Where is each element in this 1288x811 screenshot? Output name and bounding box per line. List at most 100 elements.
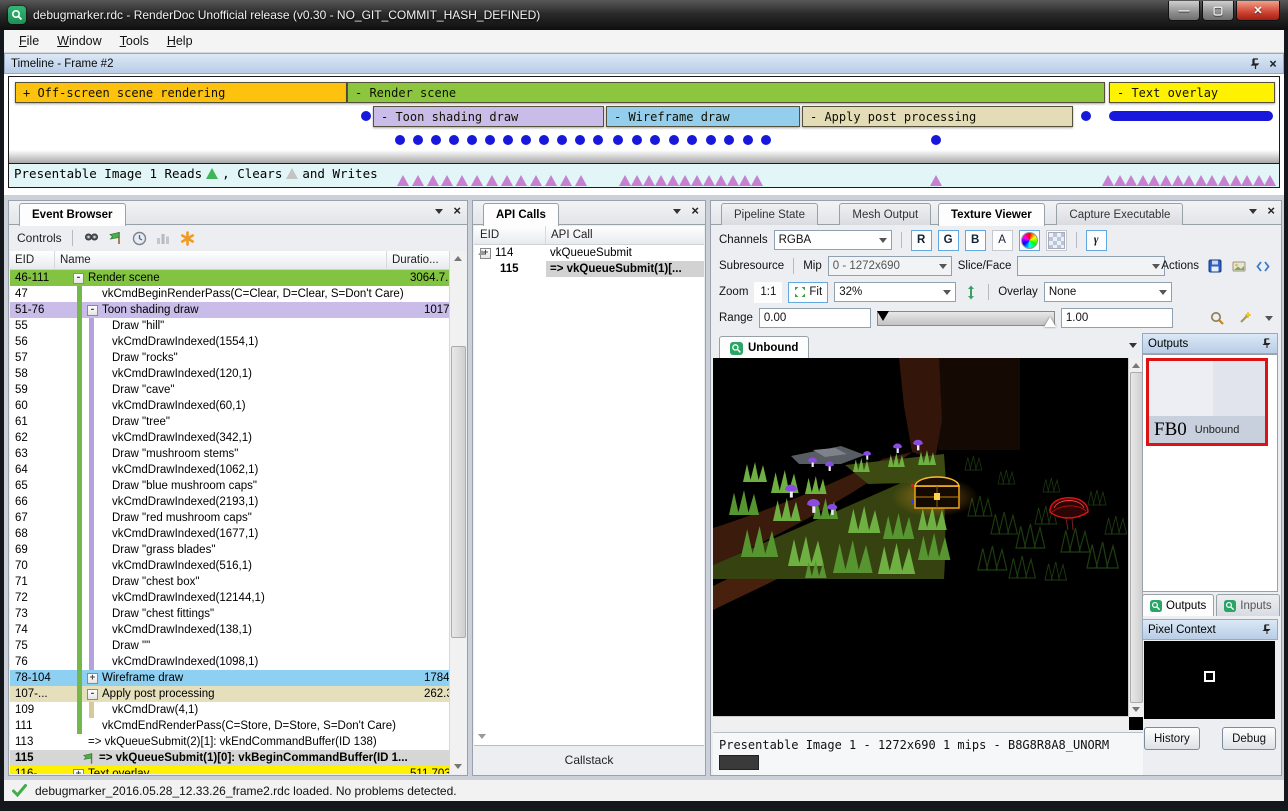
link-icon[interactable] — [1230, 258, 1247, 275]
event-row[interactable]: 116-...+Text overlay511.7037 — [10, 766, 450, 774]
timing-clock-icon[interactable] — [131, 230, 148, 247]
texture-display[interactable] — [713, 358, 1143, 730]
outputs-header[interactable]: Outputs — [1142, 333, 1278, 354]
event-row[interactable]: 69Draw "grass blades"45.03704 — [10, 542, 450, 558]
pixel-context-header[interactable]: Pixel Context — [1142, 619, 1278, 640]
channel-a-button[interactable]: A — [992, 230, 1013, 251]
channel-r-button[interactable]: R — [911, 230, 932, 251]
event-row[interactable]: 78-104+Wireframe draw1784.5... — [10, 670, 450, 686]
timeline-close-icon[interactable]: × — [1269, 57, 1277, 71]
menu-tools[interactable]: Tools — [111, 32, 158, 50]
timeline-panel-header[interactable]: Timeline - Frame #2 × — [4, 53, 1284, 74]
event-row[interactable]: 59Draw "cave"37.62963 — [10, 382, 450, 398]
tab-pipeline-state[interactable]: Pipeline State — [721, 203, 818, 225]
event-row[interactable]: 115=> vkQueueSubmit(1)[0]: vkBeginComman… — [10, 750, 450, 766]
tab-texture-viewer[interactable]: Texture Viewer — [938, 203, 1045, 226]
texture-horizontal-scrollbar[interactable] — [713, 716, 1129, 730]
range-min-input[interactable]: 0.00 — [759, 308, 871, 328]
api-row[interactable]: +114vkQueueSubmit — [474, 245, 704, 261]
chevron-down-icon[interactable] — [1249, 209, 1257, 214]
close-icon[interactable]: × — [691, 205, 699, 217]
mip-select[interactable]: 0 - 1272x690 — [828, 256, 952, 276]
timeline-marker-block[interactable]: - Toon shading draw — [373, 106, 604, 127]
maximize-button[interactable]: ▢ — [1202, 1, 1234, 21]
event-row[interactable]: 51-76-Toon shading draw1017.7... — [10, 302, 450, 318]
timeline-marker-block[interactable]: + Off-screen scene rendering — [15, 82, 347, 103]
close-icon[interactable]: × — [453, 205, 461, 217]
timeline-marker-block[interactable]: - Apply post processing — [802, 106, 1073, 127]
texture-tab-chevron-icon[interactable] — [1129, 343, 1137, 348]
close-icon[interactable]: × — [1267, 205, 1275, 217]
event-row[interactable]: 109vkCmdDraw(4,1)262.37... — [10, 702, 450, 718]
tab-mesh-output[interactable]: Mesh Output — [839, 203, 931, 225]
timeline-marker-block[interactable]: - Render scene — [347, 82, 1105, 103]
event-row[interactable]: 66vkCmdDrawIndexed(2193,1)46.37037 — [10, 494, 450, 510]
channels-select[interactable]: RGBA — [774, 230, 892, 250]
callstack-bar[interactable]: Callstack — [474, 745, 704, 774]
event-row[interactable]: 111vkCmdEndRenderPass(C=Store, D=Store, … — [10, 718, 450, 734]
autofit-wand-icon[interactable] — [1236, 310, 1253, 327]
tab-capture-executable[interactable]: Capture Executable — [1056, 203, 1183, 225]
event-row[interactable]: 46-111-Render scene3064.7... — [10, 270, 450, 286]
collapse-icon[interactable]: - — [87, 689, 98, 700]
event-row[interactable]: 64vkCmdDrawIndexed(1062,1)46.96296 — [10, 462, 450, 478]
event-row[interactable]: 74vkCmdDrawIndexed(138,1)57.18518 — [10, 622, 450, 638]
save-icon[interactable] — [1206, 258, 1223, 275]
event-row[interactable]: 58vkCmdDrawIndexed(120,1)37.77778 — [10, 366, 450, 382]
minimize-button[interactable]: — — [1168, 1, 1200, 21]
zoom-range-icon[interactable] — [1209, 310, 1226, 327]
event-row[interactable]: 71Draw "chest box"57.62963 — [10, 574, 450, 590]
texture-vertical-scrollbar[interactable] — [1128, 358, 1143, 717]
tab-outputs[interactable]: Outputs — [1142, 594, 1214, 616]
event-row[interactable]: 113=> vkQueueSubmit(2)[1]: vkEndCommandB… — [10, 734, 450, 750]
fb0-thumbnail[interactable]: FB0 Unbound — [1146, 358, 1268, 446]
tab-unbound[interactable]: Unbound — [719, 336, 809, 359]
event-row[interactable]: 63Draw "mushroom stems"46.96296 — [10, 446, 450, 462]
expand-icon[interactable]: + — [73, 769, 84, 775]
event-browser-header[interactable]: EID Name Duratio... — [10, 251, 450, 270]
open-new-window-icon[interactable] — [1254, 258, 1271, 275]
color-wheel-button[interactable] — [1019, 230, 1040, 251]
api-row[interactable]: 115=> vkQueueSubmit(1)[... — [474, 261, 704, 277]
chevron-down-icon[interactable] — [673, 209, 681, 214]
event-row[interactable]: 75Draw ""57.33333 — [10, 638, 450, 654]
api-calls-header[interactable]: EID API Call — [474, 226, 704, 245]
toolbar-overflow-icon[interactable] — [1265, 316, 1273, 321]
timeline-marker-block[interactable]: - Wireframe draw — [606, 106, 800, 127]
event-row[interactable]: 67Draw "red mushroom caps"45.77778 — [10, 510, 450, 526]
zoom-1to1-button[interactable]: 1:1 — [754, 282, 782, 303]
event-row[interactable]: 62vkCmdDrawIndexed(342,1)37.92593 — [10, 430, 450, 446]
menu-help[interactable]: Help — [158, 32, 202, 50]
event-row[interactable]: 68vkCmdDrawIndexed(1677,1)45.77778 — [10, 526, 450, 542]
statistics-icon[interactable] — [155, 230, 172, 247]
goto-event-flag-icon[interactable] — [107, 230, 124, 247]
event-browser-scrollbar[interactable] — [449, 251, 466, 774]
event-row[interactable]: 76vkCmdDrawIndexed(1098,1)57.33333 — [10, 654, 450, 670]
event-row[interactable]: 47vkCmdBeginRenderPass(C=Clear, D=Clear,… — [10, 286, 450, 302]
menu-file[interactable]: File — [10, 32, 48, 50]
event-row[interactable]: 61Draw "tree"37.92593 — [10, 414, 450, 430]
event-row[interactable]: 107-...-Apply post processing262.37... — [10, 686, 450, 702]
bookmark-asterisk-icon[interactable] — [179, 230, 196, 247]
event-row[interactable]: 56vkCmdDrawIndexed(1554,1)39.25926 — [10, 334, 450, 350]
range-slider[interactable] — [877, 311, 1055, 326]
debug-button[interactable]: Debug — [1222, 727, 1276, 750]
flip-vertical-icon[interactable] — [962, 284, 979, 301]
zoom-fit-button[interactable]: Fit — [788, 282, 828, 303]
channel-g-button[interactable]: G — [938, 230, 959, 251]
checkerboard-button[interactable] — [1046, 230, 1067, 251]
find-icon[interactable] — [83, 230, 100, 247]
collapse-icon[interactable]: - — [73, 273, 84, 284]
event-row[interactable]: 73Draw "chest fittings"57.18518 — [10, 606, 450, 622]
pin-icon[interactable] — [1250, 58, 1261, 70]
event-row[interactable]: 60vkCmdDrawIndexed(60,1)37.62963 — [10, 398, 450, 414]
overlay-select[interactable]: None — [1044, 282, 1172, 302]
tab-inputs[interactable]: Inputs — [1216, 594, 1279, 616]
range-min-handle[interactable] — [877, 311, 889, 321]
slice-face-select[interactable] — [1017, 256, 1165, 276]
event-row[interactable]: 72vkCmdDrawIndexed(12144,1)57.62963 — [10, 590, 450, 606]
history-button[interactable]: History — [1144, 727, 1200, 750]
menu-window[interactable]: Window — [48, 32, 110, 50]
event-row[interactable]: 70vkCmdDrawIndexed(516,1)45.03704 — [10, 558, 450, 574]
event-row[interactable]: 65Draw "blue mushroom caps"46.37037 — [10, 478, 450, 494]
